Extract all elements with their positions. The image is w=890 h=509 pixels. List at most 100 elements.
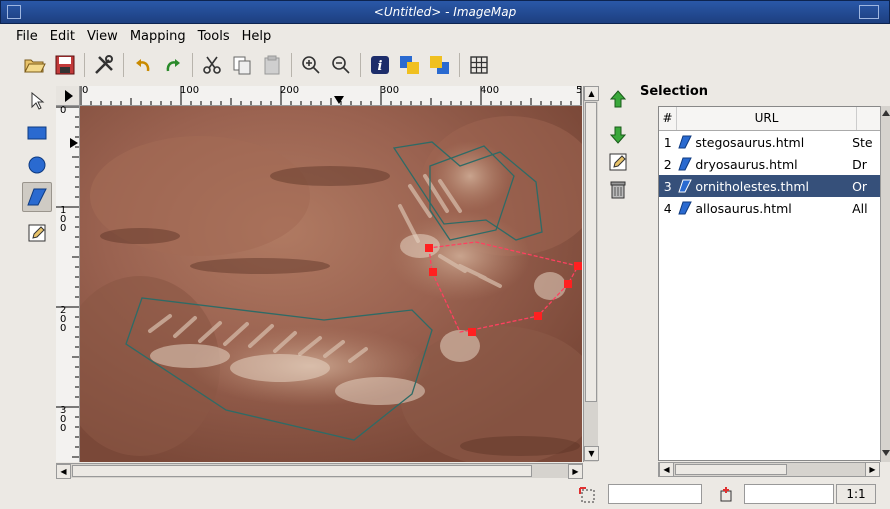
scroll-right-button[interactable]: ▶ <box>865 462 880 477</box>
ruler-label: 2 0 0 <box>60 305 67 334</box>
row-url: stegosaurus.html <box>695 134 805 150</box>
coordinates-icon <box>579 487 595 503</box>
table-horizontal-scrollbar[interactable]: ◀ ▶ <box>658 462 880 477</box>
scroll-up-button[interactable]: ▲ <box>584 86 599 101</box>
undo-icon[interactable] <box>128 50 158 80</box>
rectangle-icon[interactable] <box>22 118 52 148</box>
ruler-label: 0 <box>60 106 67 116</box>
selection-panel: Selection # URL 1 stegosaurus.html Ste 2… <box>640 84 888 461</box>
table-row[interactable]: 2 dryosaurus.html Dr <box>659 153 881 175</box>
row-number: 4 <box>663 200 672 216</box>
toolbar-separator <box>192 53 193 77</box>
menu-tools[interactable]: Tools <box>198 29 230 44</box>
ruler-label: 300 <box>380 86 400 96</box>
scroll-right-button[interactable]: ▶ <box>568 464 583 479</box>
row-url: ornitholestes.thml <box>695 178 810 194</box>
menu-mapping[interactable]: Mapping <box>130 29 186 44</box>
ruler-corner <box>56 86 80 106</box>
table-row-selected[interactable]: 3 ornitholestes.thml Or <box>659 175 881 197</box>
row-alt: Ste <box>852 134 873 150</box>
zoom-out-icon[interactable] <box>326 50 356 80</box>
horizontal-ruler: 0 100 200 300 400 5 <box>80 86 582 106</box>
polygon-icon <box>678 179 693 193</box>
menu-help[interactable]: Help <box>242 29 272 44</box>
row-number: 1 <box>663 134 672 150</box>
ruler-label: 0 <box>82 86 89 96</box>
scroll-left-button[interactable]: ◀ <box>659 462 674 477</box>
edit-area-icon[interactable] <box>22 218 52 248</box>
row-number: 3 <box>663 178 672 194</box>
dimension-field <box>744 484 834 504</box>
image-canvas[interactable] <box>80 106 582 462</box>
paste-icon[interactable] <box>257 50 287 80</box>
ruler-label: 400 <box>480 86 500 96</box>
ruler-label: 200 <box>280 86 300 96</box>
scroll-left-button[interactable]: ◀ <box>56 464 71 479</box>
menu-view[interactable]: View <box>87 29 118 44</box>
ruler-label: 5 <box>576 86 582 96</box>
to-back-icon[interactable] <box>425 50 455 80</box>
row-url: allosaurus.html <box>695 200 792 216</box>
scroll-up-icon[interactable] <box>881 108 890 118</box>
edit-area-icon[interactable] <box>604 149 632 175</box>
vertical-ruler: 0 1 0 0 2 0 0 3 0 0 <box>56 106 80 462</box>
polygon-icon <box>678 135 693 149</box>
preferences-icon[interactable] <box>89 50 119 80</box>
toolbar-separator <box>291 53 292 77</box>
ruler-pointer-icon <box>334 96 344 104</box>
row-alt: All <box>852 200 868 216</box>
scroll-down-icon[interactable] <box>881 448 890 458</box>
dimension-icon <box>720 487 732 502</box>
copy-icon[interactable] <box>227 50 257 80</box>
ruler-label: 1 0 0 <box>60 205 67 234</box>
window-titlebar: <Untitled> - ImageMap <box>0 0 890 24</box>
to-front-icon[interactable] <box>395 50 425 80</box>
table-header: # URL <box>659 107 881 131</box>
zoom-level: 1:1 <box>836 484 876 504</box>
tool-palette <box>22 86 52 250</box>
table-row[interactable]: 4 allosaurus.html All <box>659 197 881 219</box>
cut-icon[interactable] <box>197 50 227 80</box>
move-down-icon[interactable] <box>604 122 632 148</box>
canvas-vertical-scrollbar[interactable]: ▲ ▼ <box>583 86 599 462</box>
save-icon[interactable] <box>50 50 80 80</box>
window-title: <Untitled> - ImageMap <box>373 5 517 19</box>
statusbar: 1:1 <box>0 480 890 509</box>
grid-icon[interactable] <box>464 50 494 80</box>
info-icon[interactable]: i <box>365 50 395 80</box>
toolbar: i <box>0 48 890 82</box>
ruler-pointer-icon <box>70 138 78 148</box>
selection-table: # URL 1 stegosaurus.html Ste 2 dryosauru… <box>658 106 882 461</box>
canvas-horizontal-scrollbar[interactable]: ◀ ▶ <box>56 463 583 479</box>
coordinates-field <box>608 484 702 504</box>
redo-icon[interactable] <box>158 50 188 80</box>
move-up-icon[interactable] <box>604 86 632 112</box>
delete-icon[interactable] <box>604 176 632 202</box>
row-number: 2 <box>663 156 672 172</box>
menu-file[interactable]: File <box>16 29 38 44</box>
row-alt: Dr <box>852 156 867 172</box>
row-url: dryosaurus.html <box>695 156 798 172</box>
column-url[interactable]: URL <box>677 107 857 130</box>
scroll-thumb[interactable] <box>585 102 597 402</box>
menu-edit[interactable]: Edit <box>50 29 75 44</box>
scroll-thumb[interactable] <box>675 464 787 475</box>
open-icon[interactable] <box>20 50 50 80</box>
zoom-in-icon[interactable] <box>296 50 326 80</box>
svg-text:i: i <box>378 59 383 74</box>
fossil-image[interactable] <box>80 106 582 462</box>
toolbar-separator <box>123 53 124 77</box>
table-row[interactable]: 1 stegosaurus.html Ste <box>659 131 881 153</box>
ruler-label: 100 <box>180 86 200 96</box>
window-maximize-button[interactable] <box>859 5 879 19</box>
arrow-icon[interactable] <box>22 86 52 116</box>
table-vertical-scrollbar[interactable] <box>880 106 890 462</box>
column-number[interactable]: # <box>659 107 677 130</box>
toolbar-separator <box>360 53 361 77</box>
scroll-down-button[interactable]: ▼ <box>584 446 599 461</box>
circle-icon[interactable] <box>22 150 52 180</box>
menubar: File Edit View Mapping Tools Help <box>0 25 890 47</box>
scroll-thumb[interactable] <box>72 465 532 477</box>
polygon-icon[interactable] <box>22 182 52 212</box>
selection-actions <box>604 86 634 203</box>
